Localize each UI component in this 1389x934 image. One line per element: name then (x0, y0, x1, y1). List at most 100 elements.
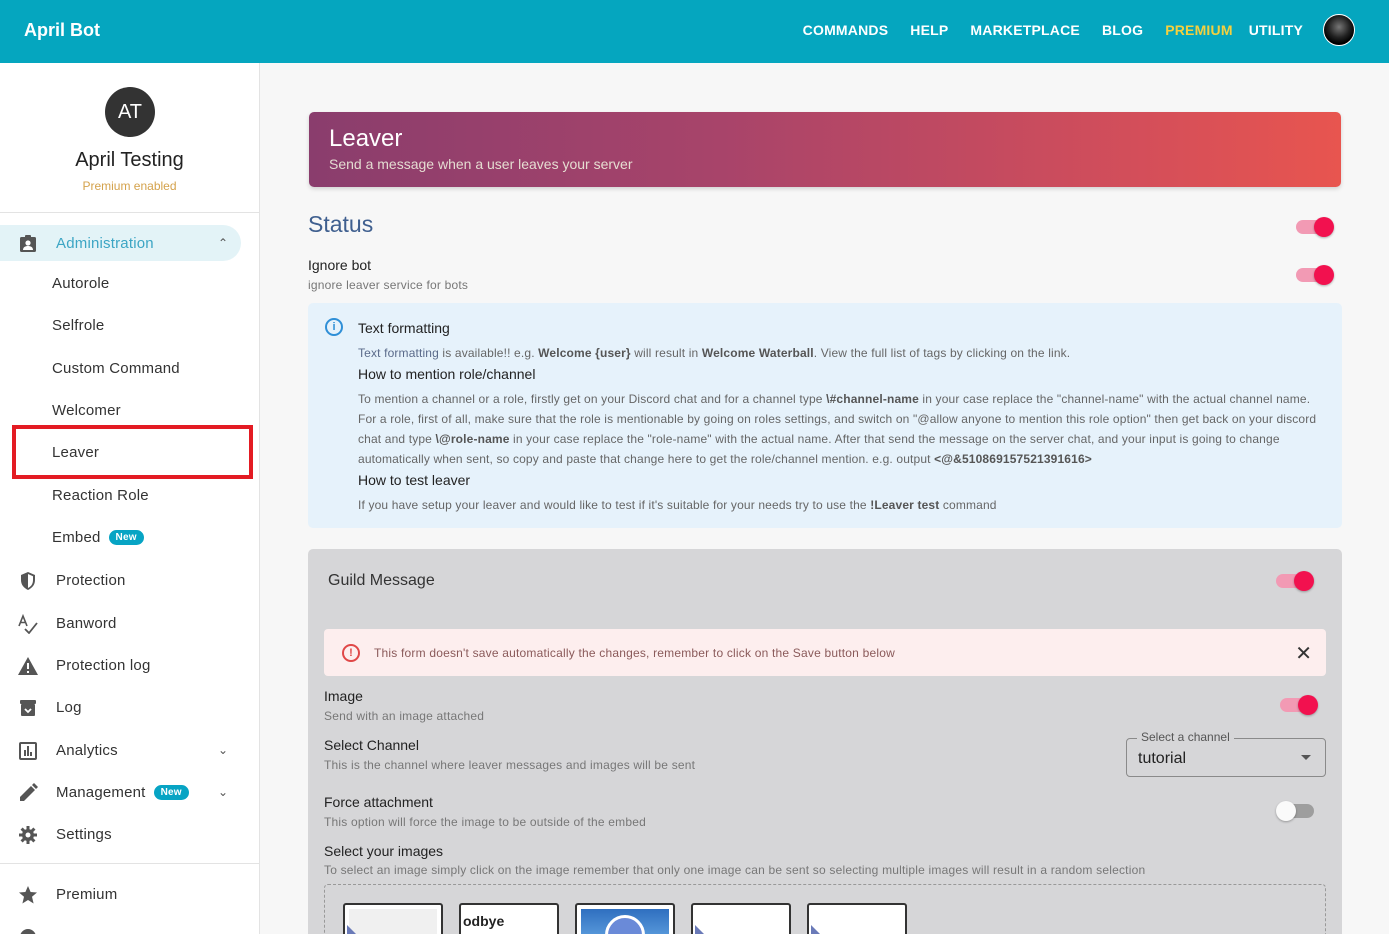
sidebar-item-partial[interactable] (0, 918, 259, 934)
image-thumbnail[interactable] (575, 903, 675, 934)
sidebar-item-label: Protection log (56, 656, 151, 674)
info-text-formatting: Text formatting is available!! e.g. Welc… (358, 343, 1328, 363)
server-name: April Testing (75, 149, 184, 171)
star-icon (17, 884, 39, 906)
image-thumbnail[interactable] (343, 903, 443, 934)
nav-blog[interactable]: BLOG (1102, 22, 1143, 38)
server-avatar: AT (105, 87, 155, 137)
sidebar-item-label: Settings (56, 825, 112, 843)
app-title[interactable]: April Bot (24, 20, 100, 41)
toggle-knob (1314, 217, 1334, 237)
sidebar-item-label: Log (56, 698, 82, 716)
info-bold: Welcome {user} (538, 346, 631, 360)
image-thumbnail[interactable]: odbye (459, 903, 559, 934)
spellcheck-icon (17, 613, 39, 635)
toggle-knob (1314, 265, 1334, 285)
guild-message-panel: Guild Message ! This form doesn't save a… (308, 549, 1342, 934)
image-thumbnail[interactable] (807, 903, 907, 934)
sidebar-item-selfrole[interactable]: Selfrole (52, 317, 104, 334)
image-thumbnail[interactable] (691, 903, 791, 934)
sidebar-item-management[interactable]: Management New ⌄ (0, 774, 259, 810)
text-formatting-link[interactable]: Text formatting (358, 346, 439, 360)
info-heading-mention: How to mention role/channel (358, 366, 536, 382)
thumbnail-shape (811, 925, 821, 934)
top-bar: April Bot COMMANDS HELP MARKETPLACE BLOG… (0, 0, 1389, 63)
force-attachment-subtitle: This option will force the image to be o… (324, 815, 646, 829)
sidebar-item-protection[interactable]: Protection (0, 562, 259, 598)
save-warning-alert: ! This form doesn't save automatically t… (324, 629, 1326, 676)
thumbnail-text: odbye (463, 913, 505, 929)
info-bold: <@&510869157521391616> (934, 452, 1092, 466)
caret-down-icon (1301, 755, 1311, 760)
status-toggle[interactable] (1296, 217, 1334, 237)
new-badge: New (153, 784, 189, 800)
sidebar-item-log[interactable]: Log (0, 689, 259, 725)
force-attachment-toggle[interactable] (1276, 801, 1314, 821)
chevron-up-icon: ⌃ (218, 236, 229, 250)
select-channel-subtitle: This is the channel where leaver message… (324, 758, 696, 772)
thumbnail-image (349, 909, 437, 934)
info-text: will result in (630, 346, 702, 360)
info-heading-test: How to test leaver (358, 472, 471, 488)
profile-card: AT April Testing Premium enabled (0, 63, 259, 213)
page-title: Leaver (329, 125, 403, 152)
sidebar-item-label: Administration (56, 234, 154, 252)
info-test: If you have setup your leaver and would … (358, 495, 1328, 515)
nav-commands[interactable]: COMMANDS (803, 22, 889, 38)
sidebar-item-premium[interactable]: Premium (0, 876, 259, 912)
sidebar-item-banword[interactable]: Banword (0, 605, 259, 641)
nav-marketplace[interactable]: MARKETPLACE (970, 22, 1080, 38)
image-picker: odbye (324, 884, 1326, 934)
page-header-banner: Leaver Send a message when a user leaves… (309, 112, 1341, 187)
image-toggle[interactable] (1280, 695, 1318, 715)
sidebar-item-analytics[interactable]: Analytics ⌄ (0, 732, 259, 768)
info-icon: i (325, 318, 343, 336)
sidebar-item-protection-log[interactable]: Protection log (0, 647, 259, 683)
close-icon[interactable]: ✕ (1295, 641, 1312, 666)
sidebar-item-label: Premium (56, 885, 118, 903)
sidebar: AT April Testing Premium enabled Adminis… (0, 63, 260, 934)
info-text: command (939, 498, 997, 512)
warning-icon (17, 655, 39, 677)
sidebar-item-label: Embed (52, 529, 101, 546)
toggle-knob (1294, 571, 1314, 591)
chevron-down-icon: ⌄ (218, 743, 229, 757)
highlight-annotation (12, 425, 253, 479)
archive-icon (17, 697, 39, 719)
thumbnail-shape (347, 925, 357, 934)
channel-select-label: Select a channel (1137, 730, 1234, 744)
sidebar-divider (0, 863, 259, 864)
sidebar-item-reaction-role[interactable]: Reaction Role (52, 487, 149, 504)
thumbnail-image (697, 909, 785, 934)
sidebar-item-custom-command[interactable]: Custom Command (52, 360, 180, 377)
info-bold: !Leaver test (870, 498, 940, 512)
nav-help[interactable]: HELP (910, 22, 948, 38)
channel-select[interactable]: Select a channel tutorial (1126, 730, 1326, 777)
guild-message-title: Guild Message (328, 572, 435, 589)
sidebar-item-welcomer[interactable]: Welcomer (52, 402, 121, 419)
ignore-bot-toggle[interactable] (1296, 265, 1334, 285)
sidebar-item-label: Banword (56, 614, 117, 632)
sidebar-item-label: Analytics (56, 741, 118, 759)
sidebar-item-autorole[interactable]: Autorole (52, 275, 109, 292)
top-nav: COMMANDS HELP MARKETPLACE BLOG PREMIUM U… (781, 14, 1355, 46)
shield-icon (17, 570, 39, 592)
toggle-knob (1298, 695, 1318, 715)
premium-status: Premium enabled (82, 179, 177, 193)
info-text: is available!! e.g. (438, 346, 539, 360)
force-attachment-title: Force attachment (324, 794, 433, 810)
sidebar-item-text: Management (56, 783, 146, 801)
nav-utility[interactable]: UTILITY (1249, 22, 1303, 38)
info-bold: \#channel-name (826, 392, 919, 406)
info-bold: \@role-name (435, 432, 510, 446)
globe-icon (17, 926, 39, 934)
channel-select-value: tutorial (1138, 750, 1187, 767)
sidebar-item-administration[interactable]: Administration ⌃ (0, 225, 241, 261)
info-text: . View the full list of tags by clicking… (813, 346, 1071, 360)
sidebar-item-embed[interactable]: Embed New (52, 529, 144, 546)
user-avatar[interactable] (1323, 14, 1355, 46)
nav-premium[interactable]: PREMIUM (1165, 22, 1233, 38)
guild-message-toggle[interactable] (1276, 571, 1314, 591)
sidebar-item-label: Management New (56, 784, 189, 801)
sidebar-item-settings[interactable]: Settings (0, 816, 259, 852)
